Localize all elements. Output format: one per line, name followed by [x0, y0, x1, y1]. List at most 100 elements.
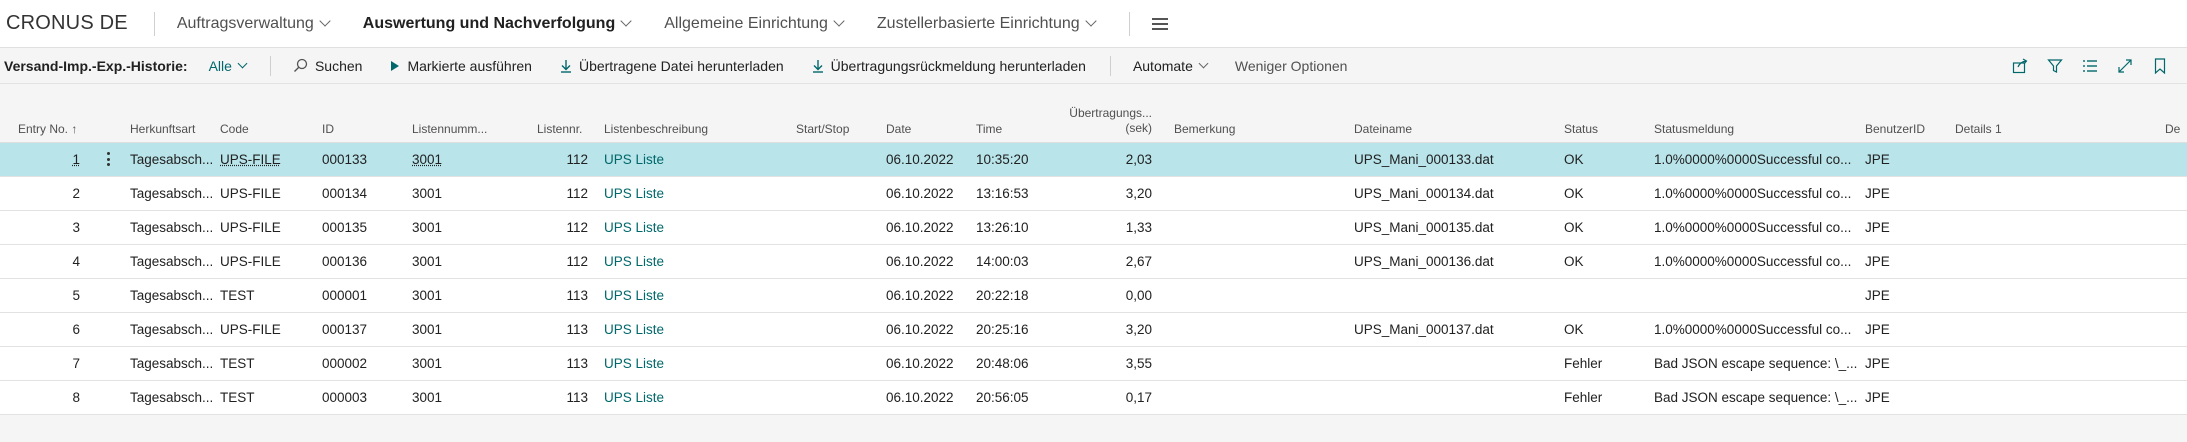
cell-statusmeldung: 1.0%0000%0000Successful co... — [1654, 152, 1852, 167]
cell-code: TEST — [220, 390, 255, 405]
cell-entry-no[interactable]: 5 — [10, 279, 80, 312]
table-row[interactable]: 3 Tagesabsch... UPS-FILE 000135 3001 112… — [0, 211, 2187, 245]
cell-statusmeldung: 1.0%0000%0000Successful co... — [1654, 322, 1852, 337]
download-feedback-button[interactable]: Übertragungsrückmeldung herunterladen — [812, 58, 1086, 74]
table-row[interactable]: 5 Tagesabsch... TEST 000001 3001 113 UPS… — [0, 279, 2187, 313]
cell-uebertragungsdauer: 0,17 — [1125, 390, 1152, 405]
cell-listenbeschreibung[interactable]: UPS Liste — [604, 347, 784, 380]
column-header-date[interactable]: Date — [886, 122, 911, 136]
cell-listenbeschreibung[interactable]: UPS Liste — [604, 143, 784, 176]
table-row[interactable]: 6 Tagesabsch... UPS-FILE 000137 3001 113… — [0, 313, 2187, 347]
cell-benutzerid: JPE — [1865, 288, 1890, 303]
column-header-de[interactable]: De — [2165, 122, 2180, 136]
cell-entry-no[interactable]: 6 — [10, 313, 80, 346]
cell-uebertragungsdauer: 2,67 — [1125, 254, 1152, 269]
nav-item-auftragsverwaltung[interactable]: Auftragsverwaltung — [177, 15, 331, 33]
cell-id: 000135 — [322, 220, 368, 235]
cell-listenbeschreibung[interactable]: UPS Liste — [604, 177, 784, 210]
company-name[interactable]: CRONUS DE — [6, 12, 128, 35]
cell-listenbeschreibung[interactable]: UPS Liste — [604, 313, 784, 346]
automate-dropdown[interactable]: Automate — [1133, 58, 1209, 74]
list-view-icon[interactable] — [2081, 57, 2099, 75]
nav-item-zustellerbasierte-einrichtung[interactable]: Zustellerbasierte Einrichtung — [877, 15, 1097, 33]
column-header-dateiname[interactable]: Dateiname — [1354, 122, 1412, 136]
cell-date: 06.10.2022 — [886, 322, 954, 337]
table-row[interactable]: 7 Tagesabsch... TEST 000002 3001 113 UPS… — [0, 347, 2187, 381]
cell-herkunftsart: Tagesabsch... — [130, 186, 214, 201]
share-icon[interactable] — [2011, 57, 2029, 75]
search-button[interactable]: Suchen — [293, 58, 362, 74]
cell-entry-no[interactable]: 3 — [10, 211, 80, 244]
nav-item-auswertung[interactable]: Auswertung und Nachverfolgung — [362, 14, 632, 33]
cell-code: UPS-FILE — [220, 220, 281, 235]
chevron-down-icon — [1198, 58, 1209, 68]
cell-listennummer: 3001 — [412, 220, 443, 235]
nav-item-allgemeine-einrichtung[interactable]: Allgemeine Einrichtung — [664, 15, 845, 33]
cell-entry-no[interactable]: 1 — [10, 143, 80, 176]
column-header-uebertragungsdauer[interactable]: Übertragungs... (sek) — [1040, 106, 1152, 136]
column-header-listennummer[interactable]: Listennumm... — [412, 122, 487, 136]
column-header-time[interactable]: Time — [976, 122, 1002, 136]
bookmark-icon[interactable] — [2151, 57, 2169, 75]
run-selected-button[interactable]: Markierte ausführen — [390, 58, 532, 74]
column-header-benutzerid[interactable]: BenutzerID — [1865, 122, 1925, 136]
run-selected-label: Markierte ausführen — [407, 57, 532, 74]
column-header-listennr[interactable]: Listennr. — [537, 122, 582, 136]
column-header-entry-no[interactable]: Entry No. ↑ — [18, 122, 77, 136]
cell-status: Fehler — [1564, 390, 1603, 405]
cell-listennr: 112 — [566, 220, 588, 235]
cell-id: 000137 — [322, 322, 368, 337]
cell-statusmeldung: 1.0%0000%0000Successful co... — [1654, 254, 1852, 269]
expand-icon[interactable] — [2116, 57, 2134, 75]
column-header-statusmeldung[interactable]: Statusmeldung — [1654, 122, 1734, 136]
nav-item-label: Auswertung und Nachverfolgung — [362, 14, 616, 32]
action-bar: Versand-Imp.-Exp.-Historie: Alle Suchen … — [0, 48, 2187, 84]
column-header-code[interactable]: Code — [220, 122, 249, 136]
column-header-status[interactable]: Status — [1564, 122, 1598, 136]
cell-code: UPS-FILE — [220, 322, 281, 337]
cell-dateiname: UPS_Mani_000135.dat — [1354, 220, 1494, 235]
cell-id: 000133 — [322, 152, 368, 167]
column-header-bemerkung[interactable]: Bemerkung — [1174, 122, 1235, 136]
row-actions-icon[interactable] — [106, 151, 110, 167]
table-body: 1 Tagesabsch... UPS-FILE 000133 3001 112… — [0, 143, 2187, 415]
column-header-id[interactable]: ID — [322, 122, 334, 136]
cell-herkunftsart: Tagesabsch... — [130, 356, 214, 371]
filter-icon[interactable] — [2046, 57, 2064, 75]
cell-statusmeldung: 1.0%0000%0000Successful co... — [1654, 220, 1852, 235]
cell-listenbeschreibung[interactable]: UPS Liste — [604, 245, 784, 278]
cell-listennr: 113 — [566, 322, 588, 337]
cell-entry-no[interactable]: 8 — [10, 381, 80, 414]
table-header: Entry No. ↑ Herkunftsart Code ID Listenn… — [0, 102, 2187, 143]
nav-divider — [1128, 11, 1130, 36]
cell-benutzerid: JPE — [1865, 254, 1890, 269]
hamburger-menu-icon[interactable] — [1151, 18, 1168, 30]
column-header-listenbeschreibung[interactable]: Listenbeschreibung — [604, 122, 708, 136]
column-header-start-stop[interactable]: Start/Stop — [796, 122, 849, 136]
table-row[interactable]: 4 Tagesabsch... UPS-FILE 000136 3001 112… — [0, 245, 2187, 279]
table-row[interactable]: 1 Tagesabsch... UPS-FILE 000133 3001 112… — [0, 143, 2187, 177]
cell-uebertragungsdauer: 3,55 — [1125, 356, 1152, 371]
cell-statusmeldung: 1.0%0000%0000Successful co... — [1654, 186, 1852, 201]
cell-entry-no[interactable]: 4 — [10, 245, 80, 278]
action-divider — [1109, 55, 1111, 76]
cell-entry-no[interactable]: 7 — [10, 347, 80, 380]
cell-dateiname: UPS_Mani_000136.dat — [1354, 254, 1494, 269]
column-header-details-1[interactable]: Details 1 — [1955, 122, 2002, 136]
action-divider — [269, 55, 271, 76]
table-row[interactable]: 2 Tagesabsch... UPS-FILE 000134 3001 112… — [0, 177, 2187, 211]
cell-benutzerid: JPE — [1865, 322, 1890, 337]
download-file-button[interactable]: Übertragene Datei herunterladen — [560, 58, 784, 74]
fewer-options-button[interactable]: Weniger Optionen — [1235, 58, 1348, 74]
cell-listenbeschreibung[interactable]: UPS Liste — [604, 211, 784, 244]
cell-entry-no[interactable]: 2 — [10, 177, 80, 210]
cell-listenbeschreibung[interactable]: UPS Liste — [604, 381, 784, 414]
view-filter-dropdown[interactable]: Alle — [209, 58, 248, 74]
nav-divider — [153, 11, 155, 36]
column-header-herkunftsart[interactable]: Herkunftsart — [130, 122, 195, 136]
chevron-down-icon — [1084, 15, 1097, 27]
table-row[interactable]: 8 Tagesabsch... TEST 000003 3001 113 UPS… — [0, 381, 2187, 415]
cell-code: UPS-FILE — [220, 152, 281, 167]
cell-listenbeschreibung[interactable]: UPS Liste — [604, 279, 784, 312]
sort-ascending-icon: ↑ — [71, 122, 78, 136]
